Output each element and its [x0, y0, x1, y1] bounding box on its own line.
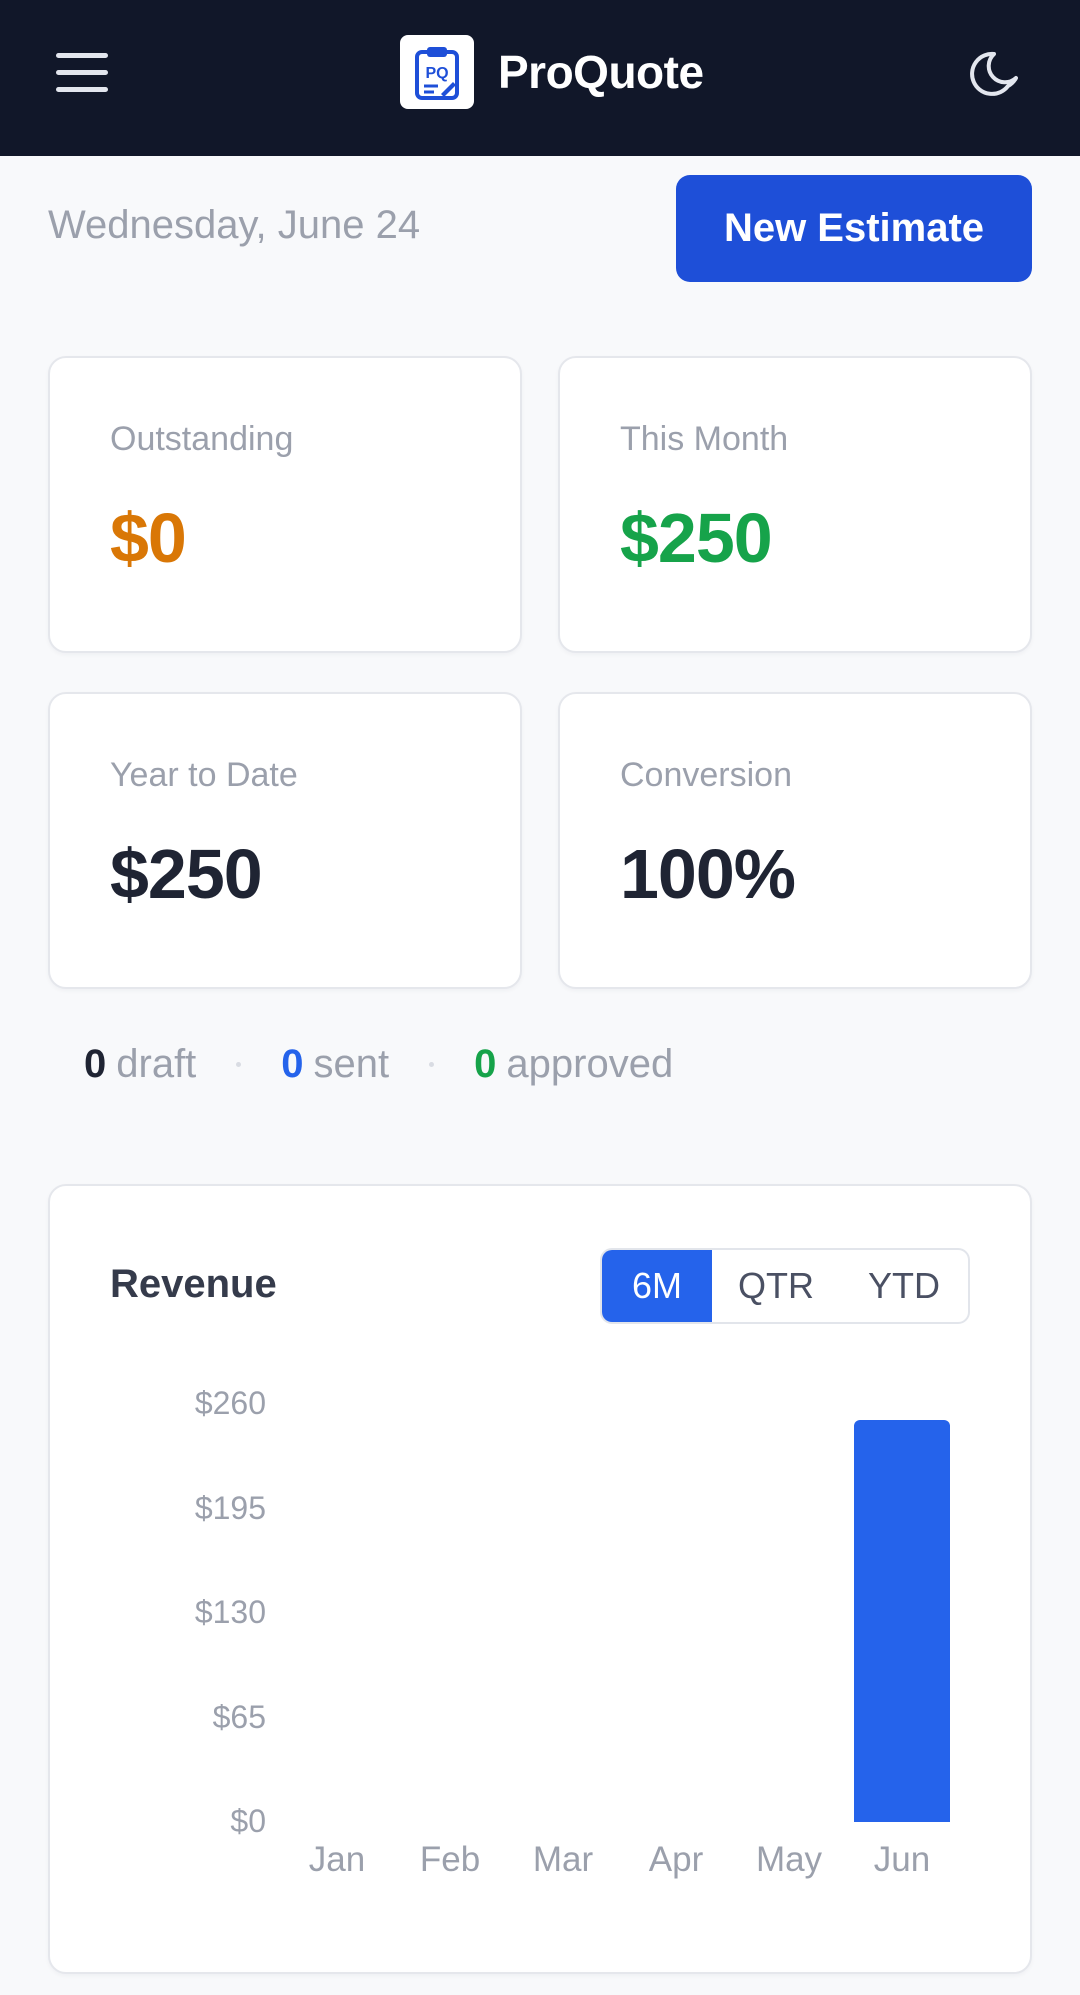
- range-6m-button[interactable]: 6M: [602, 1250, 712, 1322]
- stat-card-outstanding[interactable]: Outstanding $0: [48, 356, 522, 653]
- estimate-status-counts: 0 draft 0 sent 0 approved: [84, 1042, 673, 1087]
- logo-badge: PQ: [400, 35, 474, 109]
- stat-label: Year to Date: [110, 756, 298, 794]
- x-tick-label: Mar: [532, 1840, 594, 1879]
- y-tick-label: $130: [194, 1594, 266, 1630]
- stat-card-year-to-date[interactable]: Year to Date $250: [48, 692, 522, 989]
- stat-value: $250: [110, 835, 263, 913]
- y-tick-label: $65: [212, 1698, 266, 1735]
- stat-label: Conversion: [620, 756, 792, 794]
- brand-logo[interactable]: PQ ProQuote: [400, 35, 704, 109]
- x-tick-label: Feb: [419, 1840, 481, 1879]
- stat-label: This Month: [620, 420, 789, 458]
- stat-value: 100%: [620, 835, 796, 913]
- x-tick-label: Jan: [308, 1840, 366, 1879]
- range-qtr-button[interactable]: QTR: [712, 1250, 840, 1322]
- y-tick-label: $195: [194, 1489, 266, 1526]
- hamburger-menu-icon[interactable]: [56, 44, 122, 100]
- revenue-card: Revenue 6M QTR YTD $0 $65 $130 $195 $260 Jan F…: [48, 1184, 1032, 1974]
- range-ytd-button[interactable]: YTD: [840, 1250, 968, 1322]
- stat-label: Outstanding: [110, 420, 294, 458]
- logo-text: PQ: [425, 65, 448, 82]
- y-tick-label: $260: [194, 1385, 266, 1421]
- stat-value: $0: [110, 499, 187, 577]
- range-selector: 6M QTR YTD: [600, 1248, 970, 1324]
- y-tick-label: $0: [230, 1803, 266, 1839]
- moon-icon[interactable]: [970, 46, 1026, 102]
- stat-value: $250: [620, 499, 773, 577]
- separator-dot: [236, 1062, 242, 1067]
- approved-count[interactable]: 0 approved: [474, 1042, 673, 1087]
- stat-card-this-month[interactable]: This Month $250: [558, 356, 1032, 653]
- x-tick-label: Jun: [873, 1840, 931, 1879]
- clipboard-icon: PQ: [415, 47, 459, 100]
- top-app-bar: PQ ProQuote: [0, 0, 1080, 156]
- app-title: ProQuote: [498, 46, 704, 98]
- x-tick-label: May: [755, 1840, 823, 1879]
- separator-dot: [429, 1062, 435, 1067]
- draft-count[interactable]: 0 draft: [84, 1042, 196, 1087]
- stat-card-conversion[interactable]: Conversion 100%: [558, 692, 1032, 989]
- bar-jun[interactable]: [854, 1420, 950, 1822]
- revenue-title: Revenue: [110, 1262, 277, 1306]
- sent-count[interactable]: 0 sent: [281, 1042, 389, 1087]
- x-tick-label: Apr: [648, 1840, 704, 1879]
- new-estimate-button[interactable]: New Estimate: [676, 175, 1032, 282]
- current-date: Wednesday, June 24: [48, 203, 421, 247]
